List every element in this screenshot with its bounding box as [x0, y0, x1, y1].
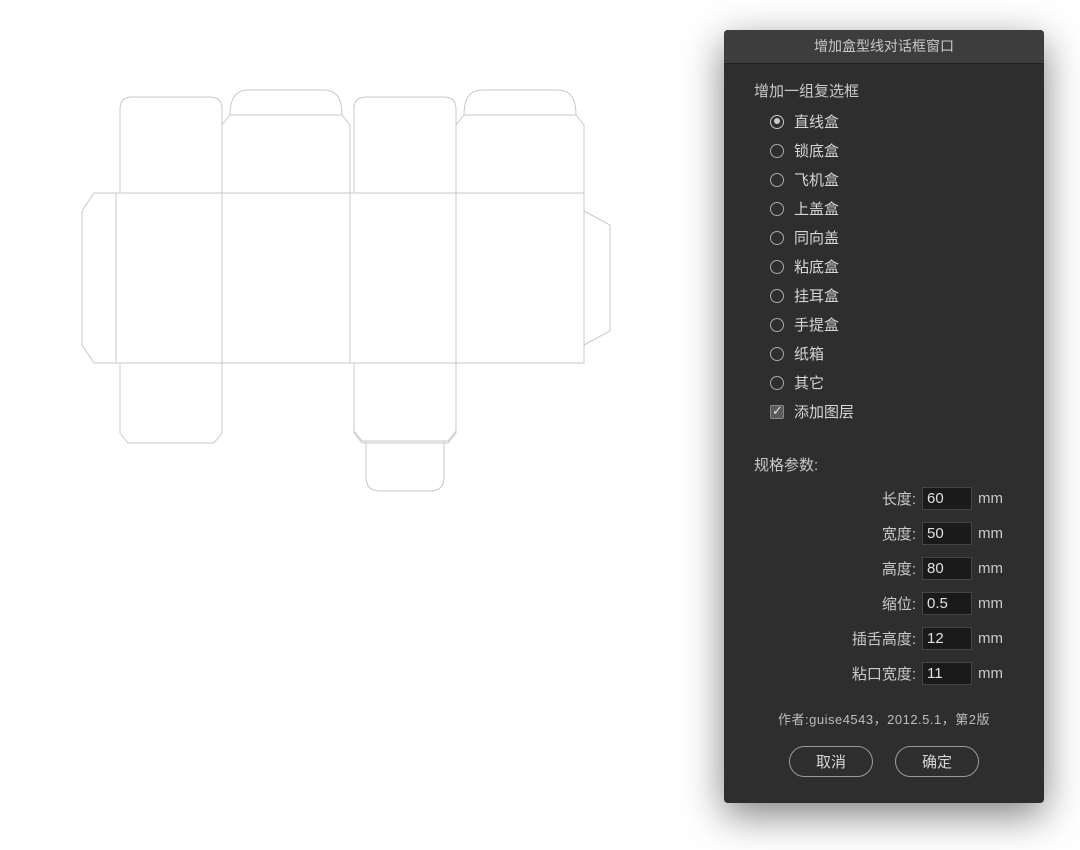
param-label: 长度:: [882, 488, 916, 509]
param-unit: mm: [978, 630, 1014, 647]
param-row-tuck-height: 插舌高度: mm: [754, 621, 1014, 656]
param-label: 宽度:: [882, 523, 916, 544]
glue-width-input[interactable]: [922, 662, 972, 685]
params-section-label: 规格参数:: [754, 438, 1014, 481]
param-unit: mm: [978, 665, 1014, 682]
param-label: 插舌高度:: [852, 628, 916, 649]
dieline-canvas: [0, 0, 700, 600]
radio-label: 纸箱: [794, 343, 824, 364]
box-dieline-drawing: [70, 25, 650, 515]
radio-option-qita[interactable]: 其它: [724, 368, 1044, 397]
radio-option-zhixiang[interactable]: 纸箱: [724, 339, 1044, 368]
radio-label: 手提盒: [794, 314, 839, 335]
radio-icon: [770, 376, 784, 390]
add-box-dieline-dialog: 增加盒型线对话框窗口 增加一组复选框 直线盒 锁底盒 飞机盒 上盖盒 同向盖 粘…: [724, 30, 1044, 803]
radio-icon: [770, 347, 784, 361]
param-unit: mm: [978, 525, 1014, 542]
checkbox-add-layer[interactable]: 添加图层: [724, 397, 1044, 426]
radio-label: 其它: [794, 372, 824, 393]
radio-label: 直线盒: [794, 111, 839, 132]
param-row-glue-width: 粘口宽度: mm: [754, 656, 1014, 691]
radio-icon: [770, 144, 784, 158]
param-unit: mm: [978, 560, 1014, 577]
radio-option-zhixianhe[interactable]: 直线盒: [724, 107, 1044, 136]
radio-option-suodihe[interactable]: 锁底盒: [724, 136, 1044, 165]
radio-icon: [770, 173, 784, 187]
radio-label: 飞机盒: [794, 169, 839, 190]
radio-option-guaerhe[interactable]: 挂耳盒: [724, 281, 1044, 310]
author-footer: 作者:guise4543，2012.5.1，第2版: [724, 691, 1044, 742]
width-input[interactable]: [922, 522, 972, 545]
radio-option-shoutihe[interactable]: 手提盒: [724, 310, 1044, 339]
shrink-input[interactable]: [922, 592, 972, 615]
height-input[interactable]: [922, 557, 972, 580]
param-label: 粘口宽度:: [852, 663, 916, 684]
dialog-button-row: 取消 确定: [724, 742, 1044, 781]
param-row-width: 宽度: mm: [754, 516, 1014, 551]
param-label: 缩位:: [882, 593, 916, 614]
checkbox-label: 添加图层: [794, 401, 854, 422]
radio-group-label: 增加一组复选框: [724, 64, 1044, 107]
checkbox-icon: [770, 405, 784, 419]
radio-icon: [770, 115, 784, 129]
param-unit: mm: [978, 490, 1014, 507]
radio-icon: [770, 289, 784, 303]
radio-icon: [770, 318, 784, 332]
radio-icon: [770, 260, 784, 274]
radio-label: 同向盖: [794, 227, 839, 248]
param-unit: mm: [978, 595, 1014, 612]
radio-option-tongxianggai[interactable]: 同向盖: [724, 223, 1044, 252]
radio-option-shanggaihe[interactable]: 上盖盒: [724, 194, 1044, 223]
radio-icon: [770, 231, 784, 245]
radio-label: 锁底盒: [794, 140, 839, 161]
radio-label: 上盖盒: [794, 198, 839, 219]
radio-option-zhandihe[interactable]: 粘底盒: [724, 252, 1044, 281]
param-label: 高度:: [882, 558, 916, 579]
radio-label: 粘底盒: [794, 256, 839, 277]
radio-label: 挂耳盒: [794, 285, 839, 306]
ok-button[interactable]: 确定: [895, 746, 979, 777]
param-row-length: 长度: mm: [754, 481, 1014, 516]
param-row-height: 高度: mm: [754, 551, 1014, 586]
length-input[interactable]: [922, 487, 972, 510]
radio-option-feijihe[interactable]: 飞机盒: [724, 165, 1044, 194]
radio-icon: [770, 202, 784, 216]
cancel-button[interactable]: 取消: [789, 746, 873, 777]
dialog-title: 增加盒型线对话框窗口: [724, 30, 1044, 64]
param-row-shrink: 缩位: mm: [754, 586, 1014, 621]
tuck-height-input[interactable]: [922, 627, 972, 650]
